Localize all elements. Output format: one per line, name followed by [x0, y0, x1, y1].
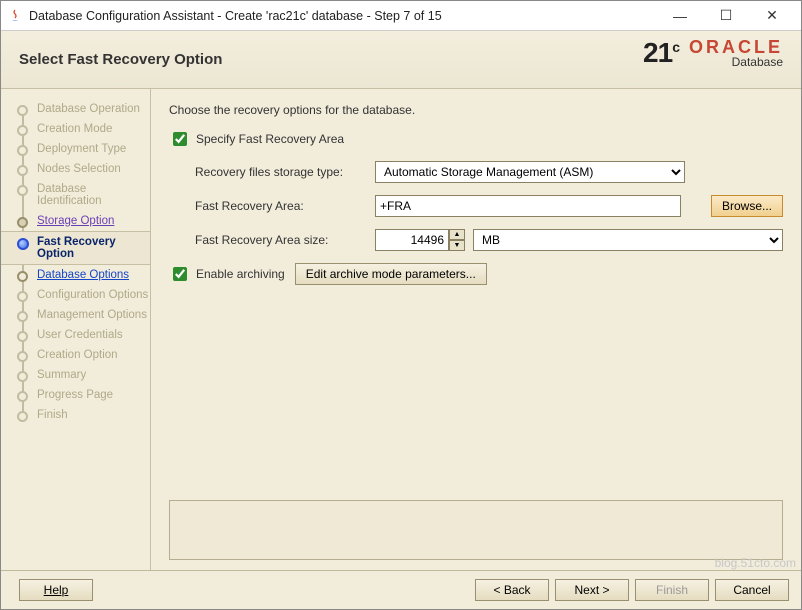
specify-fra-label: Specify Fast Recovery Area: [196, 132, 344, 146]
info-panel: [169, 500, 783, 560]
wizard-step-4: Database Identification: [15, 179, 150, 211]
instruction-text: Choose the recovery options for the data…: [169, 103, 783, 117]
specify-fra-checkbox-row[interactable]: Specify Fast Recovery Area: [169, 129, 344, 149]
brand-name: ORACLE: [689, 38, 783, 56]
step-dot-icon: [17, 271, 28, 282]
wizard-step-10: User Credentials: [15, 325, 150, 345]
footer: Help < Back Next > Finish Cancel: [1, 571, 801, 609]
oracle-brand: 21c ORACLE Database: [643, 37, 783, 69]
wizard-step-11: Creation Option: [15, 345, 150, 365]
enable-archiving-checkbox[interactable]: [173, 267, 187, 281]
main-area: Database Operation Creation Mode Deploymen…: [1, 89, 801, 571]
page-title: Select Fast Recovery Option: [19, 51, 222, 68]
wizard-steps-sidebar: Database Operation Creation Mode Deploymen…: [1, 89, 151, 570]
wizard-step-2: Deployment Type: [15, 139, 150, 159]
step-label: Management Options: [37, 309, 147, 321]
specify-fra-checkbox[interactable]: [173, 132, 187, 146]
wizard-step-0: Database Operation: [15, 99, 150, 119]
fra-size-input[interactable]: [375, 229, 449, 251]
titlebar: Database Configuration Assistant - Creat…: [1, 1, 801, 31]
step-dot-icon: [17, 217, 28, 228]
java-icon: [7, 8, 23, 24]
step-label: Storage Option: [37, 215, 114, 227]
step-dot-icon: [17, 105, 28, 116]
header: Select Fast Recovery Option 21c ORACLE D…: [1, 31, 801, 89]
step-dot-icon: [17, 351, 28, 362]
brand-subtitle: Database: [689, 56, 783, 68]
step-dot-icon: [17, 311, 28, 322]
storage-type-label: Recovery files storage type:: [195, 165, 375, 179]
step-label: Nodes Selection: [37, 163, 121, 175]
cancel-button[interactable]: Cancel: [715, 579, 789, 601]
fra-label: Fast Recovery Area:: [195, 199, 375, 213]
enable-archiving-label: Enable archiving: [196, 267, 285, 281]
spinner-up-icon[interactable]: ▲: [449, 229, 465, 240]
step-dot-icon: [17, 185, 28, 196]
finish-button: Finish: [635, 579, 709, 601]
wizard-step-12: Summary: [15, 365, 150, 385]
wizard-step-13: Progress Page: [15, 385, 150, 405]
step-label: Creation Mode: [37, 123, 112, 135]
step-label: Creation Option: [37, 349, 118, 361]
wizard-step-5[interactable]: Storage Option: [15, 211, 150, 231]
wizard-step-14: Finish: [15, 405, 150, 425]
edit-archive-params-button[interactable]: Edit archive mode parameters...: [295, 263, 487, 285]
content-panel: Choose the recovery options for the data…: [151, 89, 801, 570]
step-dot-icon: [17, 125, 28, 136]
step-dot-icon: [17, 391, 28, 402]
wizard-step-6: Fast Recovery Option: [1, 231, 150, 265]
step-label: Database Options: [37, 269, 129, 281]
step-label: Finish: [37, 409, 68, 421]
step-label: Deployment Type: [37, 143, 126, 155]
fra-size-unit-select[interactable]: MB: [473, 229, 783, 251]
back-button[interactable]: < Back: [475, 579, 549, 601]
wizard-step-8: Configuration Options: [15, 285, 150, 305]
step-dot-icon: [17, 371, 28, 382]
step-dot-icon: [17, 165, 28, 176]
step-label: User Credentials: [37, 329, 123, 341]
step-label: Progress Page: [37, 389, 113, 401]
step-dot-icon: [17, 291, 28, 302]
storage-type-select[interactable]: Automatic Storage Management (ASM): [375, 161, 685, 183]
step-dot-icon: [17, 331, 28, 342]
maximize-button[interactable]: ☐: [703, 1, 749, 31]
step-dot-icon: [17, 145, 28, 156]
step-label: Database Operation: [37, 103, 140, 115]
next-button[interactable]: Next >: [555, 579, 629, 601]
brand-version: 21c: [643, 37, 679, 69]
fra-input[interactable]: [375, 195, 681, 217]
step-label: Configuration Options: [37, 289, 148, 301]
wizard-step-9: Management Options: [15, 305, 150, 325]
step-label: Summary: [37, 369, 86, 381]
help-button[interactable]: Help: [19, 579, 93, 601]
wizard-step-1: Creation Mode: [15, 119, 150, 139]
wizard-step-7[interactable]: Database Options: [15, 265, 150, 285]
browse-button[interactable]: Browse...: [711, 195, 783, 217]
close-button[interactable]: ✕: [749, 1, 795, 31]
minimize-button[interactable]: —: [657, 1, 703, 31]
window-title: Database Configuration Assistant - Creat…: [29, 9, 442, 23]
step-label: Database Identification: [37, 183, 102, 207]
enable-archiving-checkbox-row[interactable]: Enable archiving: [169, 264, 285, 284]
step-label: Fast Recovery Option: [37, 236, 116, 260]
fra-size-spinner[interactable]: ▲ ▼: [375, 229, 465, 251]
spinner-down-icon[interactable]: ▼: [449, 240, 465, 251]
wizard-step-3: Nodes Selection: [15, 159, 150, 179]
step-dot-icon: [17, 411, 28, 422]
step-dot-icon: [17, 238, 29, 250]
fra-size-label: Fast Recovery Area size:: [195, 233, 375, 247]
